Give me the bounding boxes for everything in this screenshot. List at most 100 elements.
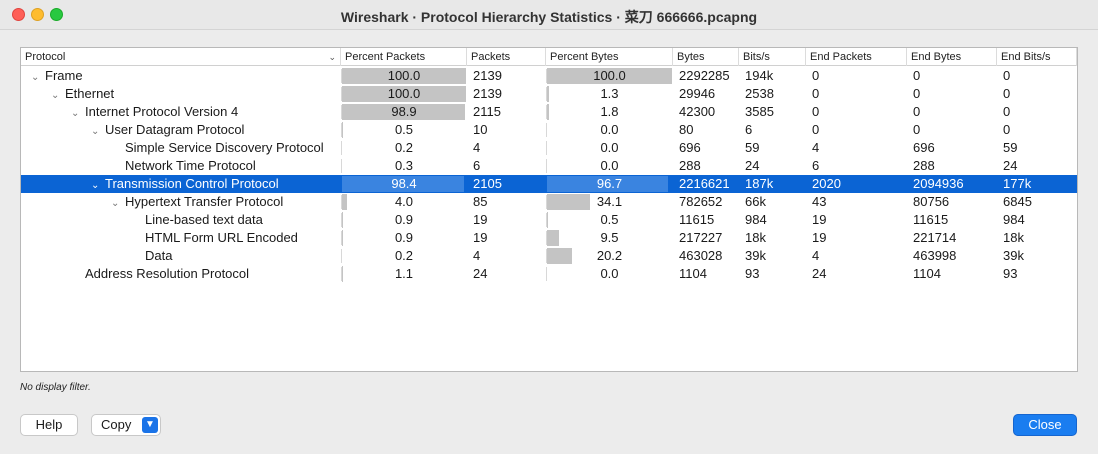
end-bits-per-second-cell: 93 (1003, 266, 1018, 281)
protocol-cell: ⌄ Internet Protocol Version 4 (21, 103, 341, 121)
table-row[interactable]: Network Time Protocol 0.3 6 0.0 288 24 6 288 24 (21, 157, 1077, 175)
bytes-cell: 2292285 (679, 68, 730, 83)
protocol-cell: Address Resolution Protocol (21, 265, 341, 283)
column-header-bits-per-second[interactable]: Bits/s (739, 48, 806, 66)
column-header-end-bits-per-second[interactable]: End Bits/s (997, 48, 1077, 66)
chevron-down-icon[interactable]: ⌄ (51, 87, 65, 103)
column-header-bytes[interactable]: Bytes (673, 48, 739, 66)
percent-packets-cell: 0.2 (341, 247, 467, 265)
column-separator (341, 249, 342, 263)
column-separator (341, 195, 342, 209)
chevron-down-icon[interactable]: ⌄ (111, 195, 125, 211)
protocol-hierarchy-table[interactable]: Protocol ⌄ Percent Packets Packets Percent B… (20, 47, 1078, 372)
column-header-percent-packets[interactable]: Percent Packets (341, 48, 467, 66)
bytes-cell: 42300 (679, 104, 716, 119)
table-row[interactable]: ⌄ Frame 100.0 2139 100.0 2292285 194k 0 0 0 (21, 67, 1077, 85)
percent-bytes-value: 0.0 (600, 122, 619, 137)
bits-per-second-cell: 6 (745, 122, 753, 137)
column-header-end-packets[interactable]: End Packets (806, 48, 907, 66)
table-row[interactable]: ⌄ Transmission Control Protocol 98.4 2105 96… (21, 175, 1077, 193)
packets-cell: 85 (473, 194, 488, 209)
copy-button[interactable]: Copy ▼ (91, 414, 161, 436)
protocol-name: Internet Protocol Version 4 (85, 104, 239, 119)
protocol-name: Line-based text data (145, 212, 263, 227)
column-header-percent-bytes[interactable]: Percent Bytes (546, 48, 673, 66)
end-bytes-cell: 11615 (913, 212, 949, 227)
end-bits-per-second-cell: 984 (1003, 212, 1025, 227)
percent-bytes-value: 0.0 (600, 266, 619, 281)
column-header-label: Protocol (25, 51, 66, 63)
end-packets-cell: 19 (812, 212, 827, 227)
packets-cell: 2105 (473, 176, 502, 191)
percent-bytes-cell: 0.0 (546, 121, 673, 139)
protocol-name: Hypertext Transfer Protocol (125, 194, 284, 209)
percent-bytes-cell: 20.2 (546, 247, 673, 265)
table-row[interactable]: HTML Form URL Encoded 0.9 19 9.5 217227 18k 19… (21, 229, 1077, 247)
end-packets-cell: 0 (812, 104, 820, 119)
percent-bytes-value: 0.0 (600, 140, 619, 155)
column-header-label: End Packets (810, 51, 872, 63)
percent-packets-cell: 4.0 (341, 193, 467, 211)
column-header-label: Percent Packets (345, 51, 426, 63)
chevron-down-icon[interactable]: ⌄ (91, 123, 105, 139)
percent-bytes-cell: 0.5 (546, 211, 673, 229)
column-header-packets[interactable]: Packets (467, 48, 546, 66)
chevron-down-icon[interactable]: ▼ (142, 417, 158, 433)
percent-packets-value: 0.9 (394, 230, 414, 245)
end-bytes-cell: 696 (913, 140, 935, 155)
close-button[interactable]: Close (1013, 414, 1077, 436)
end-bits-per-second-cell: 0 (1003, 122, 1011, 137)
help-button[interactable]: Help (20, 414, 78, 436)
protocol-cell: Network Time Protocol (21, 157, 341, 175)
protocol-name: Address Resolution Protocol (85, 266, 250, 281)
end-bytes-cell: 1104 (913, 266, 941, 281)
end-bytes-cell: 0 (913, 122, 921, 137)
bits-per-second-cell: 39k (745, 248, 766, 263)
column-separator (546, 267, 547, 281)
percent-bytes-value: 20.2 (596, 248, 623, 263)
table-row[interactable]: Data 0.2 4 20.2 463028 39k 4 463998 39k (21, 247, 1077, 265)
percent-packets-value: 0.5 (394, 122, 414, 137)
column-header-end-bytes[interactable]: End Bytes (907, 48, 997, 66)
table-header: Protocol ⌄ Percent Packets Packets Percent B… (21, 48, 1077, 66)
end-packets-cell: 4 (812, 140, 820, 155)
percent-bytes-value: 1.8 (600, 104, 619, 119)
end-bytes-cell: 0 (913, 86, 921, 101)
bits-per-second-cell: 2538 (745, 86, 774, 101)
percent-bytes-bar (547, 248, 572, 264)
bits-per-second-cell: 984 (745, 212, 767, 227)
percent-bytes-bar (547, 212, 548, 228)
protocol-cell: Data (21, 247, 341, 265)
percent-bytes-value: 9.5 (600, 230, 619, 245)
column-header-protocol[interactable]: Protocol ⌄ (21, 48, 341, 66)
column-separator (341, 123, 342, 137)
window-title: Wireshark · Protocol Hierarchy Statistic… (340, 9, 758, 25)
percent-bytes-bar (547, 230, 559, 246)
column-separator (546, 69, 547, 83)
table-row[interactable]: Address Resolution Protocol 1.1 24 0.0 1104 9… (21, 265, 1077, 283)
chevron-down-icon[interactable]: ⌄ (91, 177, 105, 193)
title-bar: Wireshark · Protocol Hierarchy Statistic… (0, 0, 1098, 30)
packets-cell: 19 (473, 212, 488, 227)
packets-cell: 6 (473, 158, 481, 173)
bytes-cell: 288 (679, 158, 701, 173)
chevron-down-icon[interactable]: ⌄ (31, 69, 45, 85)
table-row[interactable]: ⌄ Ethernet 100.0 2139 1.3 29946 2538 0 0 0 (21, 85, 1077, 103)
percent-bytes-bar (547, 86, 549, 102)
column-header-label: Bits/s (743, 51, 770, 63)
table-row[interactable]: ⌄ Hypertext Transfer Protocol 4.0 85 34.1 782… (21, 193, 1077, 211)
packets-cell: 10 (473, 122, 488, 137)
table-row[interactable]: Simple Service Discovery Protocol 0.2 4 0.0… (21, 139, 1077, 157)
column-separator (546, 141, 547, 155)
protocol-cell: ⌄ Transmission Control Protocol (21, 175, 341, 193)
end-bits-per-second-cell: 0 (1003, 104, 1011, 119)
percent-packets-value: 0.2 (394, 140, 414, 155)
packets-cell: 2139 (473, 86, 502, 101)
bits-per-second-cell: 3585 (745, 104, 774, 119)
bits-per-second-cell: 187k (745, 176, 774, 191)
column-separator (546, 213, 547, 227)
chevron-down-icon[interactable]: ⌄ (71, 105, 85, 121)
table-row[interactable]: Line-based text data 0.9 19 0.5 11615 984 19 11… (21, 211, 1077, 229)
table-row[interactable]: ⌄ User Datagram Protocol 0.5 10 0.0 80 6 0 0 0 (21, 121, 1077, 139)
table-row[interactable]: ⌄ Internet Protocol Version 4 98.9 2115 1.8 4… (21, 103, 1077, 121)
